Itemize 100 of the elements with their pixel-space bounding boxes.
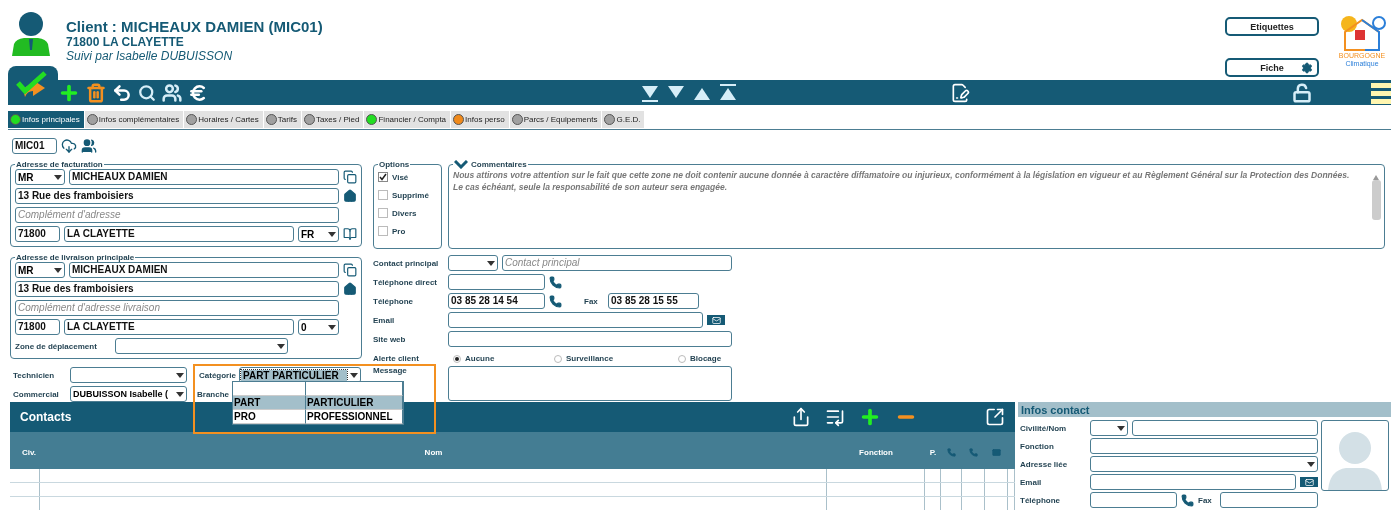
phone-icon[interactable] — [1181, 493, 1194, 507]
share-icon[interactable] — [791, 407, 811, 427]
checkbox[interactable] — [378, 172, 388, 182]
checkbox[interactable] — [378, 226, 388, 236]
tab[interactable]: Parcs / Equipements — [509, 111, 602, 128]
civility-select[interactable]: MR — [15, 169, 65, 185]
checkbox[interactable] — [378, 208, 388, 218]
email-label: Email — [1020, 477, 1043, 487]
name-field[interactable] — [1132, 420, 1318, 436]
tab[interactable]: Infos perso — [451, 111, 509, 128]
column-header[interactable]: Civ. — [13, 448, 37, 457]
dropdown-option[interactable]: PART — [233, 396, 306, 410]
caret-icon — [487, 260, 495, 266]
client-title: Client : MICHEAUX DAMIEN (MIC01) — [66, 18, 323, 35]
fax-field[interactable] — [1220, 492, 1318, 508]
mail-button[interactable] — [1300, 477, 1318, 487]
tab[interactable]: Horaires / Cartes — [184, 111, 263, 128]
fax-field[interactable]: 03 85 28 15 55 — [608, 293, 699, 309]
checkbox-label: Pro — [392, 226, 406, 236]
alert-label: Alerte client — [373, 354, 420, 363]
undo-icon[interactable] — [112, 82, 132, 103]
phone-field[interactable] — [1090, 492, 1177, 508]
city-field[interactable]: LA CLAYETTE — [64, 226, 294, 242]
tab[interactable]: Financier / Compta — [364, 111, 451, 128]
avatar-placeholder — [1321, 420, 1389, 491]
complement-field[interactable]: Complément d'adresse — [15, 207, 339, 223]
phone-icon[interactable] — [549, 275, 562, 289]
column-header[interactable]: Nom — [424, 448, 443, 457]
infos-contact-title: Infos contact — [1018, 402, 1391, 417]
radio-label: Blocage — [690, 354, 722, 363]
phone-field[interactable]: 03 85 28 14 54 — [448, 293, 545, 309]
tab[interactable]: Infos complémentaires — [84, 111, 184, 128]
caret-icon — [350, 372, 358, 378]
dropdown-option[interactable]: PROFESSIONNEL — [306, 410, 403, 424]
copy-icon[interactable] — [343, 263, 357, 277]
zip-field[interactable]: 71800 — [15, 319, 60, 335]
cloud-download-icon[interactable] — [61, 138, 77, 154]
panel-legend: Options — [378, 160, 411, 169]
last-icon[interactable] — [640, 83, 660, 102]
technician-select[interactable] — [70, 367, 187, 383]
code-field[interactable]: MIC01 — [12, 138, 57, 154]
linked-address-select[interactable] — [1090, 456, 1318, 472]
mail-button[interactable] — [707, 315, 725, 325]
street-field[interactable]: 13 Rue des framboisiers — [15, 281, 339, 297]
menu-icon[interactable] — [1371, 81, 1391, 104]
first-icon[interactable] — [718, 83, 738, 102]
commercial-select[interactable]: DUBUISSON Isabelle ( — [70, 386, 187, 402]
dropdown-option[interactable]: PARTICULIER — [306, 396, 403, 410]
home-icon[interactable] — [343, 189, 357, 203]
trash-icon[interactable] — [86, 82, 106, 103]
name-field[interactable]: MICHEAUX DAMIEN — [69, 262, 339, 278]
name-field[interactable]: MICHEAUX DAMIEN — [69, 169, 339, 185]
panel-legend: Adresse de facturation — [15, 160, 104, 169]
country-select[interactable]: FR — [298, 226, 339, 242]
website-field[interactable] — [448, 331, 732, 347]
zip-field[interactable]: 71800 — [15, 226, 60, 242]
caret-icon — [1117, 425, 1125, 431]
civility-select[interactable]: MR — [15, 262, 65, 278]
commercial-label: Commercial — [13, 389, 60, 399]
chevron-icon[interactable] — [454, 160, 468, 169]
complement-field[interactable]: Complément d'adresse livraison — [15, 300, 339, 316]
dropdown-option[interactable]: PRO — [233, 410, 306, 424]
contact-select[interactable] — [448, 255, 498, 271]
unlock-icon[interactable] — [1292, 82, 1312, 103]
home-icon[interactable] — [343, 282, 357, 296]
category-label: Catégorie — [199, 370, 235, 380]
country-select[interactable]: 0 — [298, 319, 339, 335]
caret-icon — [328, 324, 336, 330]
message-field[interactable] — [448, 366, 732, 401]
email-field[interactable] — [448, 312, 703, 328]
phone-icon[interactable] — [549, 294, 562, 308]
email-field[interactable] — [1090, 474, 1296, 490]
sheet-button[interactable]: Fiche — [1225, 58, 1319, 77]
euro-icon[interactable] — [188, 82, 208, 103]
contact-field[interactable]: Contact principal — [502, 255, 732, 271]
street-field[interactable]: 13 Rue des framboisiers — [15, 188, 339, 204]
users-icon[interactable] — [81, 138, 97, 154]
linked-address-label: Adresse liée — [1020, 459, 1069, 469]
tab[interactable]: Taxes / Pied — [301, 111, 364, 128]
city-field[interactable]: LA CLAYETTE — [64, 319, 294, 335]
radio-label: Aucune — [465, 354, 495, 363]
column-header[interactable]: Fonction — [859, 448, 893, 457]
zone-select[interactable] — [115, 338, 288, 354]
checkbox[interactable] — [378, 190, 388, 200]
external-window-icon[interactable] — [985, 407, 1005, 427]
book-icon[interactable] — [343, 227, 357, 241]
function-field[interactable] — [1090, 438, 1318, 454]
labels-button[interactable]: Etiquettes — [1225, 17, 1319, 36]
list-edit-icon[interactable] — [825, 407, 845, 427]
column-header[interactable]: P. — [929, 448, 937, 457]
tab[interactable]: G.E.D. — [602, 111, 645, 128]
civility-select[interactable] — [1090, 420, 1128, 436]
copy-icon[interactable] — [343, 170, 357, 184]
user-avatar-icon — [10, 10, 52, 56]
add-icon[interactable] — [859, 406, 881, 428]
tab[interactable]: Tarifs — [263, 111, 301, 128]
direct-phone-field[interactable] — [448, 274, 545, 290]
gear-icon[interactable] — [1301, 62, 1313, 74]
arrow-up-icon[interactable] — [1373, 175, 1379, 180]
tab[interactable]: Infos principales — [8, 111, 84, 128]
